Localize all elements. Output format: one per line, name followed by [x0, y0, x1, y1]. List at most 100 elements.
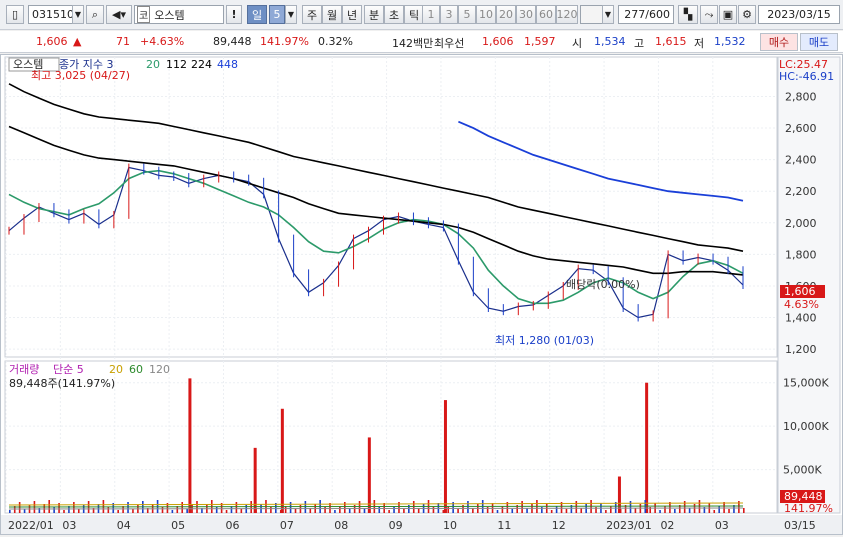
interval-20[interactable]: 20	[496, 5, 516, 24]
volume-bar	[565, 509, 568, 513]
price-panel	[4, 56, 778, 358]
y-tick-label: 15,000K	[783, 377, 829, 390]
tab-day[interactable]: 일	[247, 5, 267, 24]
dividend-annotation: 배당락(0.00%)	[566, 278, 640, 291]
tab-second[interactable]: 초	[384, 5, 404, 24]
alert-icon[interactable]: !	[226, 5, 242, 24]
vol-legend-60: 60	[129, 363, 143, 376]
volume-bar	[467, 501, 469, 513]
x-tick-label: 04	[117, 519, 131, 532]
volume-bar	[645, 382, 649, 513]
volume-bar	[132, 509, 134, 513]
volume-bar	[235, 502, 238, 513]
vol-legend-120: 120	[149, 363, 170, 376]
interval-10[interactable]: 10	[476, 5, 496, 24]
data-count-field[interactable]: 277/600	[618, 5, 674, 24]
volume-bar	[348, 509, 351, 513]
volume-bar	[718, 506, 720, 513]
draw-tool-icon[interactable]: ⤳	[700, 5, 718, 24]
x-tick-label: 06	[225, 519, 239, 532]
search-icon[interactable]: ⌕	[86, 5, 104, 24]
x-tick-label: 2023/01	[606, 519, 652, 532]
sell-button[interactable]: 매도	[800, 33, 838, 51]
volume-bar	[53, 507, 55, 513]
vol-legend-20: 20	[109, 363, 123, 376]
x-tick-label: 03	[715, 519, 729, 532]
buy-button[interactable]: 매수	[760, 33, 798, 51]
volume-bar	[511, 509, 514, 513]
tab-year[interactable]: 년	[342, 5, 362, 24]
volume-bar	[521, 501, 523, 513]
interval-30[interactable]: 30	[516, 5, 536, 24]
vol-legend-5: 단순 5	[53, 363, 84, 376]
x-tick-label: 05	[171, 519, 185, 532]
legend-112: 112	[166, 58, 187, 71]
code-dropdown-icon[interactable]: ▼	[72, 5, 84, 24]
best-quote-label: 최우선	[434, 37, 465, 50]
tab-week[interactable]: 주	[302, 5, 322, 24]
volume-bar	[496, 510, 499, 513]
y-tick-label: 10,000K	[783, 420, 829, 433]
date-field[interactable]: 2023/03/15	[758, 5, 840, 24]
volume-ratio: 141.97%	[260, 35, 309, 48]
interval-5[interactable]: 5	[458, 5, 476, 24]
interval-3[interactable]: 3	[440, 5, 458, 24]
volume-bar	[186, 509, 188, 513]
volume-bar	[127, 502, 129, 513]
volume-bar	[279, 510, 282, 513]
x-tick-label: 08	[334, 519, 348, 532]
volume-bar	[171, 510, 174, 513]
interval-60[interactable]: 60	[536, 5, 556, 24]
volume-bar	[289, 502, 292, 513]
interval-120[interactable]: 120	[556, 5, 578, 24]
bid-price: 1,597	[524, 35, 556, 48]
volume-bar	[280, 408, 284, 513]
low-price: 1,532	[714, 35, 746, 48]
stock-code: 031510	[32, 8, 74, 21]
save-icon[interactable]: ▣	[719, 5, 737, 24]
volume-bar	[63, 510, 65, 513]
volume-bar	[575, 501, 578, 513]
period-num[interactable]: 5	[269, 5, 285, 24]
volume-bar	[9, 510, 11, 513]
volume-bar	[294, 509, 297, 513]
tab-tick[interactable]: 틱	[404, 5, 424, 24]
toolbar: ▯ 031510 ▼ ⌕ ◀▾ 코 오스템 ! 일 5 ▼ 주 월 년 분 초 …	[0, 0, 843, 30]
volume-bar	[161, 507, 164, 513]
volume-bar	[457, 509, 459, 513]
price-volume-chart[interactable]: 1,2001,4001,6001,8002,0002,2002,4002,600…	[1, 55, 842, 534]
gear-icon[interactable]: ⚙	[738, 5, 756, 24]
volume-bar	[713, 510, 716, 513]
volume-bar	[634, 508, 637, 513]
tab-month[interactable]: 월	[322, 5, 342, 24]
interval-1[interactable]: 1	[422, 5, 440, 24]
tab-minute[interactable]: 분	[364, 5, 384, 24]
y-tick-label: 2,400	[785, 154, 817, 167]
interval-dropdown-icon[interactable]: ▼	[602, 5, 614, 24]
volume-bar	[73, 502, 75, 513]
volume-bar	[555, 506, 558, 513]
volume-bar	[107, 507, 110, 513]
volume-bar	[605, 510, 607, 513]
y-tick-label: 1,200	[785, 343, 817, 356]
volume-bar	[550, 510, 553, 513]
stock-name-field[interactable]: 코 오스템	[134, 5, 224, 24]
volume-bar	[77, 509, 80, 513]
panel-icon[interactable]: ▯	[6, 5, 24, 24]
legend-448: 448	[217, 58, 238, 71]
volume-bar	[688, 508, 691, 513]
x-tick-label: 02	[660, 519, 674, 532]
volume-pct-text: 141.97%	[784, 502, 833, 515]
speaker-icon[interactable]: ◀▾	[106, 5, 132, 24]
x-tick-label: 2022/01	[8, 519, 54, 532]
price-tag-text: 1,606	[784, 285, 816, 298]
x-tick-label: 03	[62, 519, 76, 532]
chart-type-icon[interactable]: ▚	[678, 5, 698, 24]
volume-bar	[609, 506, 612, 513]
turnover: 0.32%	[318, 35, 353, 48]
low-annotation: 최저 1,280 (01/03)	[495, 334, 594, 347]
period-dropdown-icon[interactable]: ▼	[285, 5, 297, 24]
y-tick-label: 2,000	[785, 217, 817, 230]
volume-bar	[442, 510, 445, 513]
pct-tag-text: 4.63%	[784, 298, 819, 311]
